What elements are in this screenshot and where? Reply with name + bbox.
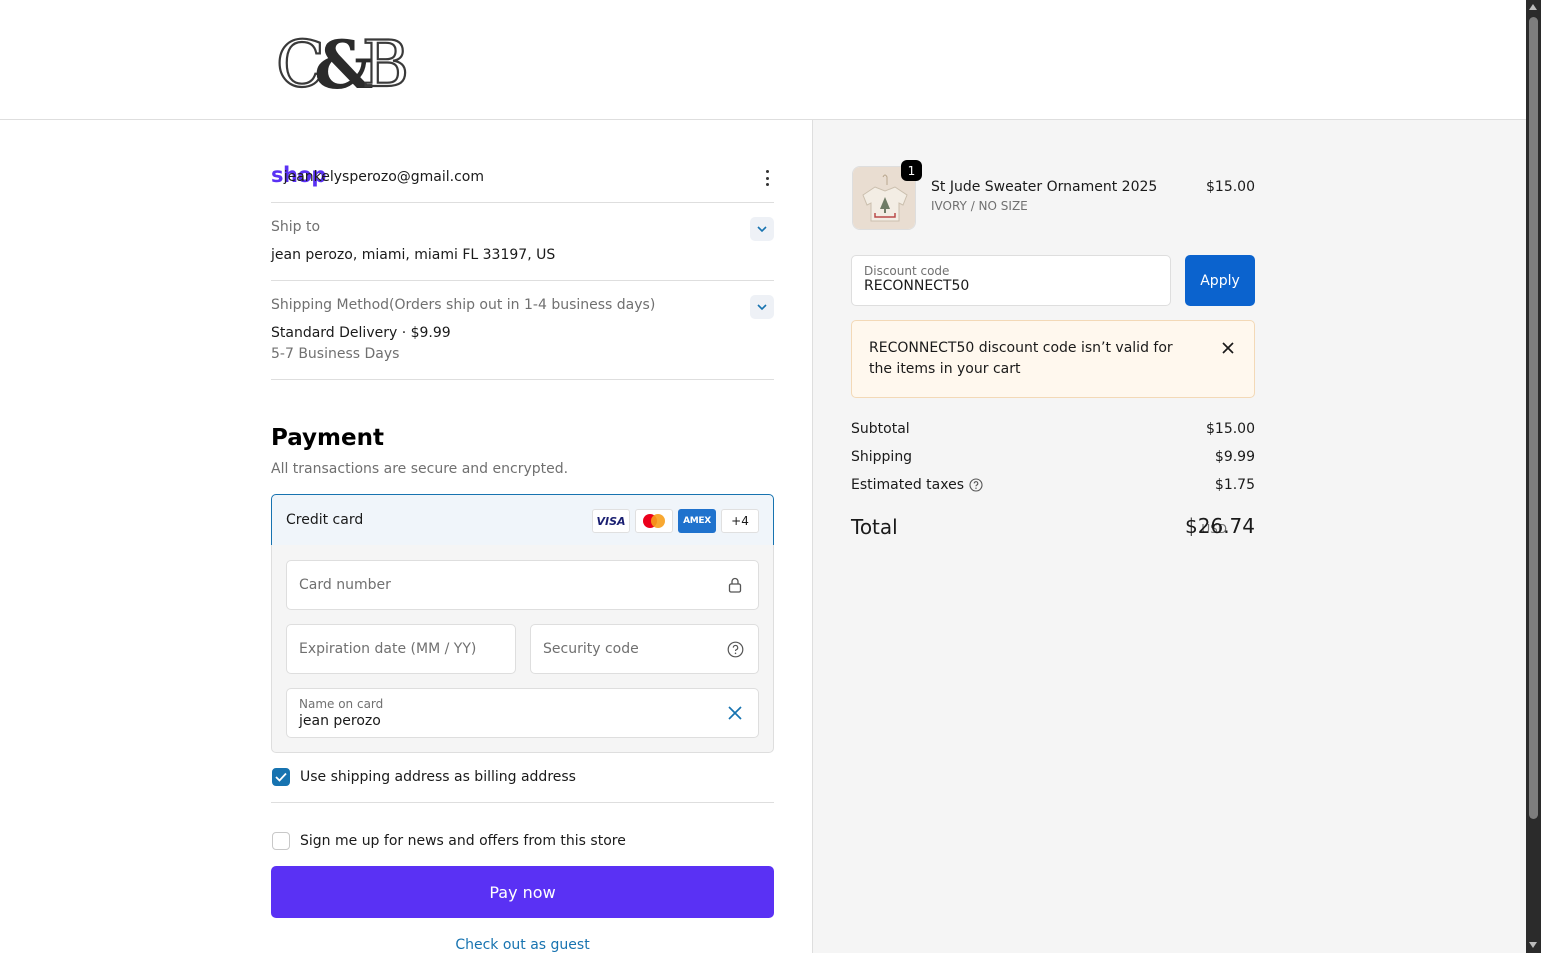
account-menu-icon[interactable] — [762, 170, 772, 186]
total-label: Total — [851, 515, 898, 539]
quantity-badge: 1 — [901, 160, 922, 181]
card-number-placeholder: Card number — [299, 577, 391, 593]
security-code-placeholder: Security code — [543, 641, 639, 657]
ship-to-label: Ship to — [271, 219, 321, 235]
mastercard-icon — [635, 509, 673, 533]
credit-card-label: Credit card — [286, 512, 364, 528]
taxes-label: Estimated taxes — [851, 477, 965, 493]
clear-icon[interactable] — [727, 705, 743, 721]
discount-error-message: RECONNECT50 discount code isn’t valid fo… — [869, 340, 1173, 377]
scroll-up-icon[interactable] — [1529, 4, 1537, 10]
product-variant: IVORY / NO SIZE — [931, 199, 1028, 213]
site-header: C & B — [0, 0, 1526, 120]
security-code-field[interactable]: Security code — [530, 624, 759, 674]
ship-to-address: jean perozo, miami, miami FL 33197, US — [271, 247, 556, 263]
name-on-card-field[interactable]: Name on card jean perozo — [286, 688, 759, 738]
shipping-method-value: Standard Delivery · $9.99 — [271, 325, 451, 341]
close-icon[interactable] — [1220, 340, 1236, 356]
discount-code-value: RECONNECT50 — [864, 278, 970, 294]
name-on-card-value: jean perozo — [299, 713, 381, 729]
chevron-down-icon — [757, 225, 767, 232]
scroll-thumb[interactable] — [1529, 17, 1538, 819]
apply-discount-button[interactable]: Apply — [1185, 255, 1255, 306]
divider — [271, 802, 774, 803]
subtotal-value: $15.00 — [1206, 421, 1255, 437]
ship-to-expand-button[interactable] — [750, 217, 774, 241]
discount-code-label: Discount code — [864, 264, 950, 278]
chevron-down-icon — [757, 303, 767, 310]
order-summary — [812, 120, 1526, 953]
expiration-date-field[interactable]: Expiration date (MM / YY) — [286, 624, 516, 674]
help-circle-icon[interactable] — [727, 641, 744, 658]
product-price: $15.00 — [1206, 179, 1255, 195]
product-name: St Jude Sweater Ornament 2025 — [931, 179, 1158, 195]
lock-icon — [727, 576, 743, 594]
brand-logo[interactable]: C & B — [276, 24, 418, 94]
divider — [271, 379, 774, 380]
discount-code-field[interactable]: Discount code RECONNECT50 — [851, 255, 1171, 306]
discount-error-alert: RECONNECT50 discount code isn’t valid fo… — [851, 320, 1255, 398]
scroll-down-icon[interactable] — [1529, 942, 1537, 948]
newsletter-label[interactable]: Sign me up for news and offers from this… — [300, 833, 626, 849]
taxes-value: $1.75 — [1214, 477, 1255, 493]
shipping-method-expand-button[interactable] — [750, 295, 774, 319]
credit-card-option[interactable]: Credit card VISA AMEX +4 — [271, 494, 774, 546]
account-email: jeankelysperozo@gmail.com — [283, 169, 484, 185]
divider — [271, 280, 774, 281]
more-cards-badge[interactable]: +4 — [721, 509, 759, 533]
billing-same-checkbox[interactable] — [272, 768, 290, 786]
payment-subtitle: All transactions are secure and encrypte… — [271, 461, 569, 477]
pay-now-button[interactable]: Pay now — [271, 866, 774, 918]
total-value: $26.74 — [1185, 514, 1255, 538]
checkmark-icon — [275, 772, 287, 782]
svg-text:B: B — [362, 28, 409, 94]
guest-checkout-link[interactable]: Check out as guest — [271, 937, 774, 953]
amex-icon: AMEX — [678, 509, 716, 533]
card-number-field[interactable]: Card number — [286, 560, 759, 610]
help-circle-icon[interactable] — [969, 478, 983, 492]
page-scrollbar[interactable] — [1526, 0, 1541, 953]
newsletter-checkbox[interactable] — [272, 832, 290, 850]
expiration-placeholder: Expiration date (MM / YY) — [299, 641, 477, 657]
visa-icon: VISA — [592, 509, 630, 533]
subtotal-label: Subtotal — [851, 421, 910, 437]
shipping-method-label: Shipping Method(Orders ship out in 1-4 b… — [271, 297, 656, 313]
divider — [271, 202, 774, 203]
billing-same-label[interactable]: Use shipping address as billing address — [300, 769, 576, 785]
shipping-label: Shipping — [851, 449, 913, 465]
name-on-card-label: Name on card — [299, 697, 384, 711]
shipping-value: $9.99 — [1214, 449, 1255, 465]
shipping-method-eta: 5-7 Business Days — [271, 346, 400, 362]
payment-title: Payment — [271, 425, 384, 451]
